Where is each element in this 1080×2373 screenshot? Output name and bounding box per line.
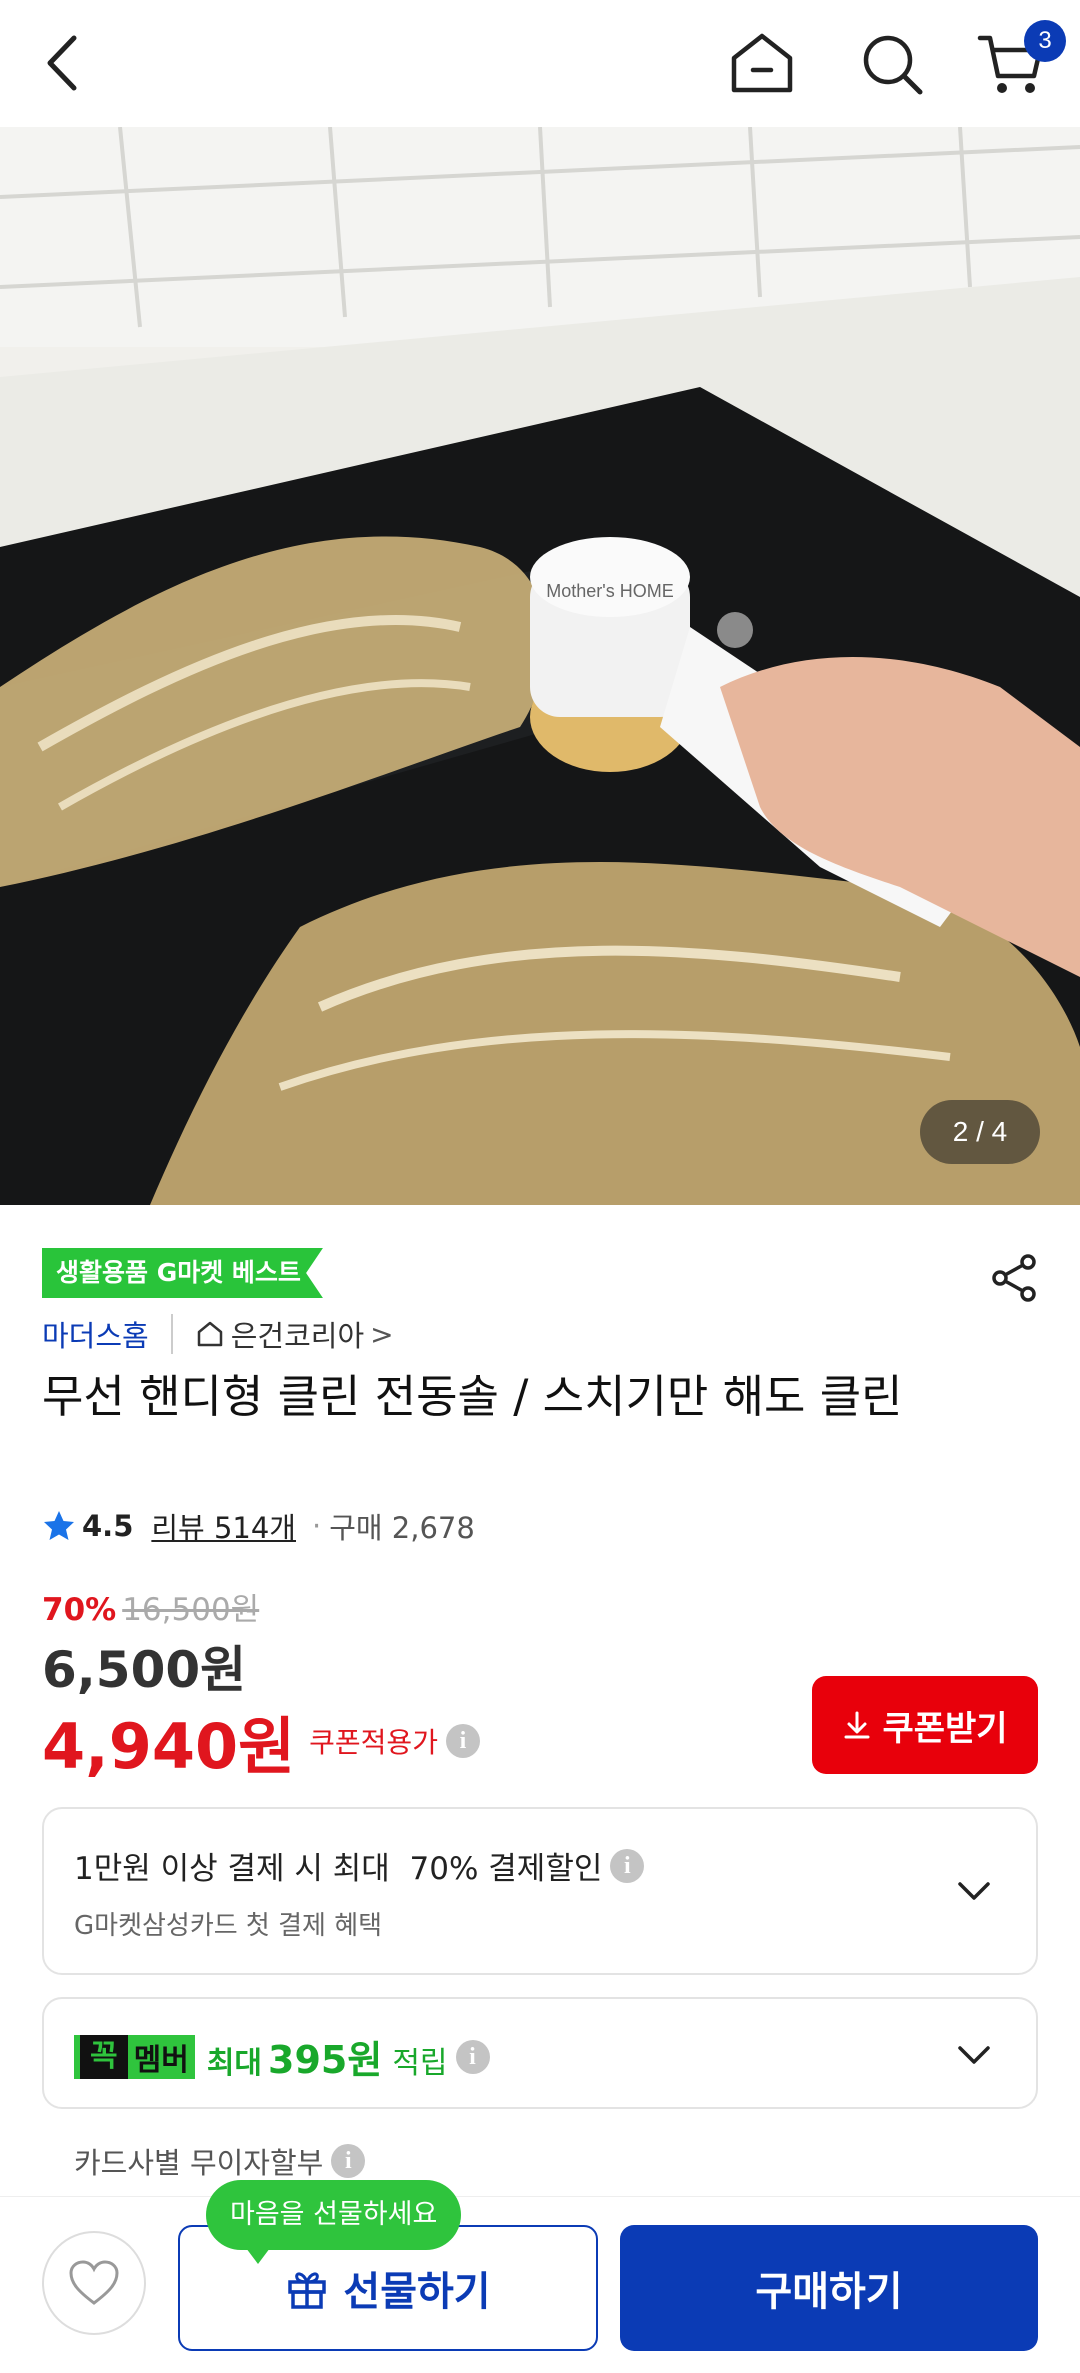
sale-price: 6,500원: [42, 1641, 247, 1699]
installment-text: 카드사별 무이자할부: [74, 2146, 324, 2180]
product-image[interactable]: Mother's HOME: [0, 127, 1080, 1205]
share-icon[interactable]: [988, 1252, 1040, 1304]
chevron-down-icon[interactable]: [954, 2035, 994, 2075]
gift-icon: [288, 2272, 327, 2309]
seller-brand-link[interactable]: 마더스홈: [42, 1313, 149, 1355]
coupon-price-label: 쿠폰적용가: [309, 1726, 438, 1759]
member-logo-k: 꼭: [80, 2034, 128, 2079]
rating-value: 4.5: [82, 1509, 134, 1543]
info-icon[interactable]: i: [331, 2144, 366, 2178]
product-title: 무선 핸디형 클린 전동솔 / 스치기만 해도 클린: [42, 1370, 903, 1423]
top-bar: 3: [0, 0, 1080, 127]
shop-name-link[interactable]: 은건코리아: [231, 1313, 364, 1355]
divider: [170, 1314, 173, 1354]
card-discount-text: 1만원 이상 결제 시 최대 70% 결제할인: [74, 1851, 603, 1887]
get-coupon-label: 쿠폰받기: [882, 1708, 1008, 1749]
image-pager: 2 / 4: [920, 1100, 1040, 1164]
member-logo: 꼭 멤버: [74, 2034, 195, 2079]
gift-tooltip: 마음을 선물하세요: [206, 2180, 462, 2264]
home-icon[interactable]: [726, 28, 798, 100]
member-reward-box[interactable]: 꼭 멤버 최대 395원 적립 i: [42, 1997, 1038, 2109]
brand-logo-on-device: Mother's HOME: [546, 581, 673, 601]
bottom-action-bar: 선물하기 구매하기: [0, 2196, 1080, 2373]
rating-row: 4.5 리뷰 514개 · 구매 2,678: [42, 1502, 475, 1550]
star-icon: [44, 1511, 74, 1540]
buy-button-label: 구매하기: [755, 2269, 903, 2315]
chevron-right-icon: >: [370, 1317, 394, 1351]
purchase-count: 구매 2,678: [329, 1511, 475, 1545]
get-coupon-button[interactable]: 쿠폰받기: [812, 1676, 1038, 1774]
member-reward-content: 꼭 멤버 최대 395원 적립 i: [74, 2029, 490, 2084]
gift-button-label: 선물하기: [343, 2269, 491, 2315]
best-badge[interactable]: 생활용품 G마켓 베스트: [42, 1248, 323, 1298]
separator-dot: ·: [312, 1509, 322, 1543]
search-icon[interactable]: [856, 28, 928, 100]
original-price: 16,500원: [122, 1592, 260, 1628]
info-icon[interactable]: i: [610, 1848, 645, 1883]
card-discount-sub: G마켓삼성카드 첫 결제 혜택: [74, 1911, 383, 1941]
discount-row: 70% 16,500원: [42, 1584, 259, 1629]
info-icon[interactable]: i: [445, 1724, 480, 1758]
member-prefix: 최대: [206, 2046, 263, 2081]
member-suffix: 적립: [392, 2046, 448, 2081]
installment-info: 카드사별 무이자할부 i: [74, 2140, 366, 2182]
coupon-price-row: 4,940원 쿠폰적용가 i: [42, 1696, 480, 1786]
buy-button[interactable]: 구매하기: [620, 2225, 1038, 2351]
product-photo: Mother's HOME: [0, 127, 1080, 1205]
review-count-link[interactable]: 리뷰 514개: [151, 1505, 296, 1547]
card-discount-main: 1만원 이상 결제 시 최대 70% 결제할인 i: [74, 1843, 645, 1888]
member-reward-text: 최대 395원 적립: [207, 2029, 448, 2084]
seller-row: 마더스홈 은건코리아 >: [42, 1312, 394, 1356]
download-icon: [844, 1711, 870, 1739]
info-icon[interactable]: i: [455, 2039, 490, 2074]
heart-icon: [69, 2260, 119, 2305]
chevron-down-icon[interactable]: [954, 1871, 994, 1911]
chevron-left-icon[interactable]: [36, 30, 92, 96]
member-amount: 395원: [268, 2038, 383, 2082]
wishlist-button[interactable]: [42, 2231, 146, 2335]
discount-rate: 70%: [42, 1592, 117, 1628]
shop-home-icon: [197, 1321, 222, 1347]
cart-count-badge: 3: [1024, 20, 1066, 62]
card-discount-box[interactable]: 1만원 이상 결제 시 최대 70% 결제할인 i G마켓삼성카드 첫 결제 혜…: [42, 1807, 1038, 1975]
member-logo-m: 멤버: [133, 2042, 189, 2078]
coupon-price: 4,940원: [42, 1710, 296, 1783]
